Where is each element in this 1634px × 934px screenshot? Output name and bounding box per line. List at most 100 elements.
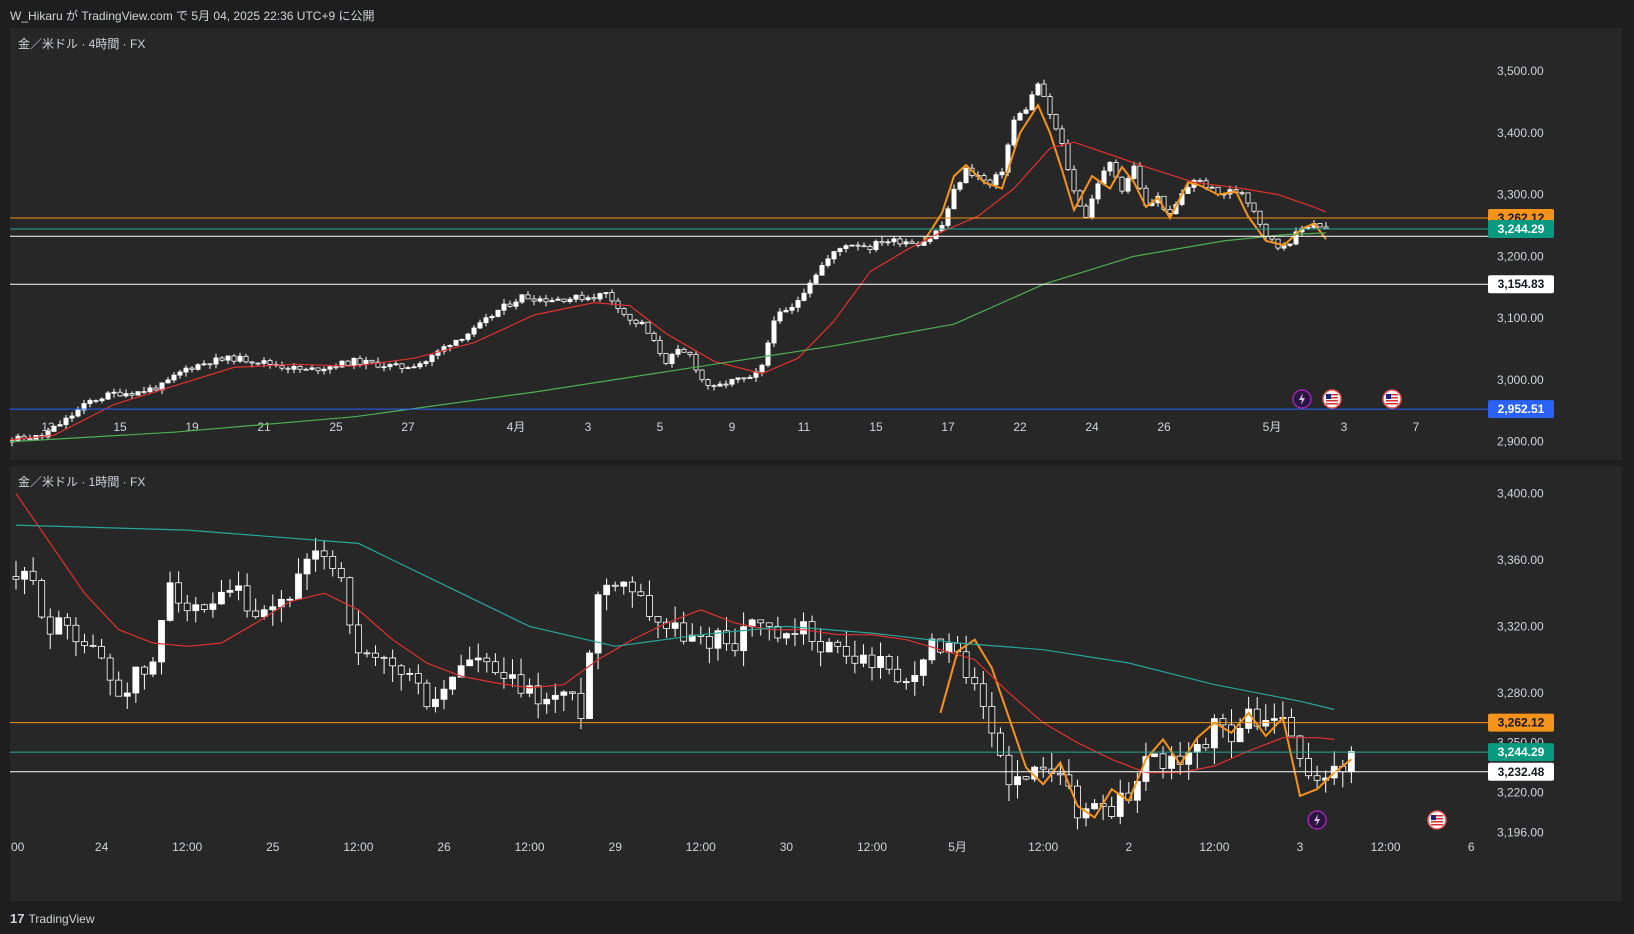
chart-pane-1h[interactable]: 3,425.003,400.003,360.003,320.003,280.00… (10, 466, 1622, 901)
candle-body (729, 378, 735, 385)
lightning-icon (1307, 810, 1327, 830)
candle-body (1091, 803, 1098, 810)
y-tick-label: 3,360.00 (1497, 553, 1544, 567)
chart-pane-4h[interactable]: 3,500.00 3,400.00 3,300.00 3,200.00 3,100.00… (10, 28, 1622, 460)
candle-body (363, 359, 369, 365)
tradingview-logo[interactable]: 17 TradingView (10, 911, 95, 926)
us-flag-icon-stripe (1430, 824, 1443, 826)
candle-body (1263, 223, 1269, 237)
candle-body (783, 633, 790, 639)
x-tick-label: 11 (798, 420, 811, 434)
candle-body (577, 692, 585, 719)
candle-body (1059, 128, 1065, 144)
candle-body (868, 654, 876, 668)
candle-body (192, 604, 200, 612)
candle-body (1022, 776, 1030, 780)
y-tick-label: 3,200.00 (1497, 249, 1544, 263)
candle-body (513, 301, 519, 307)
candle-body (860, 654, 867, 664)
candle-body (637, 591, 645, 596)
candle-body (1119, 176, 1125, 192)
candle-body (609, 292, 615, 302)
candle-body (320, 550, 328, 557)
candle-body (526, 685, 533, 694)
x-tick-label: 19 (185, 420, 199, 434)
x-tick-label: 5月 (948, 840, 967, 854)
candle-body (628, 581, 636, 593)
candle-body (945, 208, 951, 226)
candle-body (877, 656, 884, 668)
candle-body (51, 425, 57, 432)
candle-body (517, 674, 525, 694)
candle-body (500, 672, 508, 679)
candle-body (201, 363, 207, 366)
candle-body (902, 681, 910, 683)
candle-body (286, 598, 294, 601)
us-flag-icon-ring (1322, 389, 1342, 409)
candle-body (1101, 170, 1107, 185)
candle-body (791, 633, 799, 635)
candle-body (651, 332, 657, 341)
candle-body (774, 625, 782, 639)
candle-body (72, 624, 80, 643)
y-tick-label: 3,000.00 (1497, 373, 1544, 387)
candle-body (483, 317, 489, 324)
y-tick-label: 3,400.00 (1497, 126, 1544, 140)
candle-body (777, 311, 783, 322)
candle-body (177, 371, 183, 376)
candle-body (586, 652, 593, 719)
candle-body (981, 175, 987, 181)
candle-body (471, 327, 477, 335)
candle-body (166, 582, 174, 621)
candle-body (1151, 753, 1158, 757)
candle-body (680, 622, 688, 642)
candle-body (38, 580, 46, 618)
candle-body (671, 622, 679, 629)
candle-body (1323, 226, 1329, 229)
price-tag-label: 2,952.51 (1498, 402, 1545, 416)
candle-body (249, 361, 255, 364)
chart-1h-svg[interactable]: 3,425.003,400.003,360.003,320.003,280.00… (10, 466, 1622, 901)
candle-body (834, 641, 842, 647)
candle-body (717, 383, 723, 387)
candle-body (735, 377, 741, 380)
candle-body (537, 298, 543, 302)
candle-body (1287, 243, 1293, 246)
candle-body (351, 357, 357, 366)
candle-body (89, 645, 97, 647)
candle-body (919, 659, 927, 676)
price-tag-label: 3,244.29 (1498, 222, 1545, 236)
candle-body (663, 353, 669, 364)
candle-body (993, 174, 999, 186)
candle-body (465, 333, 471, 340)
candle-body (12, 576, 20, 580)
candle-body (681, 348, 687, 353)
candle-body (705, 379, 711, 386)
y-tick-label: 3,196.00 (1497, 825, 1544, 839)
x-tick-label: 24 (1085, 420, 1099, 434)
candle-body (1083, 205, 1089, 218)
candle-body (1251, 202, 1257, 212)
candle-body (1317, 223, 1323, 228)
us-flag-icon (1382, 389, 1402, 409)
candle-body (879, 241, 885, 244)
candle-body (560, 691, 568, 696)
candle-body (93, 400, 99, 402)
candle-body (509, 674, 516, 679)
candle-body (795, 300, 801, 308)
us-flag-icon-stripe (1326, 400, 1338, 402)
candle-body (597, 293, 603, 300)
candle-body (999, 171, 1005, 176)
candle-body (209, 603, 217, 610)
candle-body (1305, 758, 1312, 777)
candle-body (1313, 775, 1321, 781)
chart-4h-svg[interactable]: 3,500.00 3,400.00 3,300.00 3,200.00 3,100.00… (10, 28, 1622, 460)
x-tick-label: 9 (729, 420, 736, 434)
candle-body (813, 274, 819, 284)
candle-body (705, 636, 713, 649)
candle-body (171, 374, 177, 381)
candle-body (525, 294, 531, 300)
candle-body (99, 398, 105, 402)
y-tick-label: 2,900.00 (1497, 434, 1544, 448)
candle-body (1168, 755, 1175, 769)
